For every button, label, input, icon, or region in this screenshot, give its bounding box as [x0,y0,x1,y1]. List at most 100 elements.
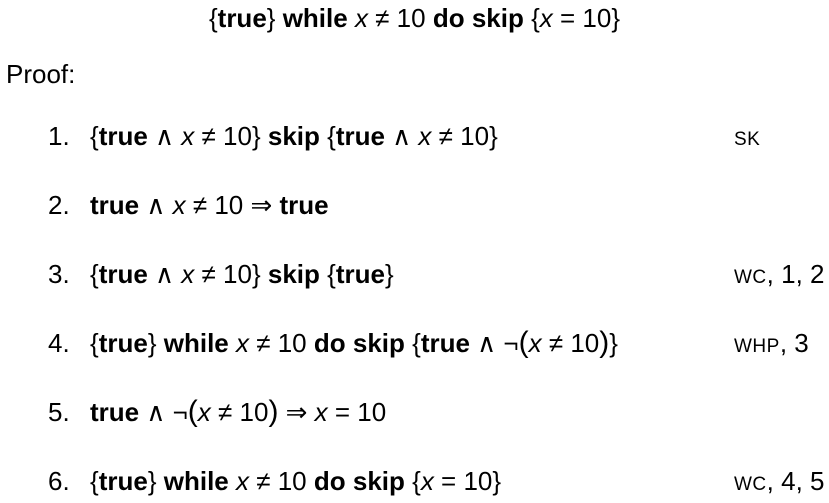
title-post-close: } [611,3,621,33]
step-formula: true ∧ ¬(x ≠ 10) ⇒ x = 10 [90,394,386,430]
justification-refs: , 4, 5 [766,466,825,496]
token-lbrace: { [90,466,99,496]
token-true: true [90,397,140,427]
token-and: ∧ [139,397,173,427]
token-x: x [314,397,328,427]
token-x: x [420,466,434,496]
token-true: true [90,190,140,220]
token-lbrace: { [412,328,421,358]
token-neq10: ≠ 10 [210,397,269,427]
step-number: 2. [48,190,70,220]
justification-rule: WC [734,474,767,495]
proof-step-6: 6. {true} while x ≠ 10 do skip {x = 10} … [0,463,829,499]
title-while-keyword: while [282,3,348,33]
theorem-statement: {true} while x ≠ 10 do skip {x = 10} [0,2,829,34]
token-true: true [420,328,470,358]
token-rbrace: } [251,121,261,151]
token-lbrace: { [327,121,336,151]
justification-refs: , 3 [779,328,809,358]
step-justification: SK [734,118,760,158]
token-neq10: ≠ 10 [194,121,252,151]
title-neq10: ≠ 10 [367,3,433,33]
token-rbrace: } [147,328,157,358]
token-not: ¬ [172,397,188,427]
title-true-keyword: true [217,3,267,33]
step-formula: {true} while x ≠ 10 do skip {x = 10} [90,463,501,499]
title-precondition-open: { [208,3,218,33]
token-x: x [235,328,249,358]
title-skip-keyword: skip [471,3,524,33]
token-while: while [163,328,229,358]
step-justification: WHP, 3 [734,325,809,365]
token-neq10: ≠ 10 [431,121,490,151]
token-and: ∧ [384,121,419,151]
token-rbrace: } [489,121,498,151]
token-eq10: = 10 [327,397,387,427]
token-rbrace: } [609,328,618,358]
token-neq10: ≠ 10 [248,328,307,358]
token-rbrace: } [251,259,261,289]
token-x: x [181,121,195,151]
step-formula: {true ∧ x ≠ 10} skip {true ∧ x ≠ 10} [90,118,498,154]
token-lbrace: { [327,259,336,289]
token-lparen: ( [518,326,529,359]
token-neq10: ≠ 10 [185,190,244,220]
step-formula: {true ∧ x ≠ 10} skip {true} [90,256,394,292]
token-and: ∧ [469,328,504,358]
token-x: x [235,466,249,496]
step-justification: WC, 4, 5 [734,463,824,503]
justification-rule: SK [734,129,761,150]
title-do-keyword: do [432,3,465,33]
token-while: while [163,466,229,496]
token-and: ∧ [147,259,182,289]
token-do: do [313,328,346,358]
token-rbrace: } [384,259,394,289]
token-neq10: ≠ 10 [248,466,307,496]
token-true: true [98,259,148,289]
step-formula: {true} while x ≠ 10 do skip {true ∧ ¬(x … [90,325,618,361]
step-number: 5. [48,397,70,427]
proof-page: {true} while x ≠ 10 do skip {x = 10} Pro… [0,0,829,499]
token-true: true [98,466,148,496]
token-skip: skip [352,466,405,496]
token-true: true [335,259,385,289]
token-x: x [528,328,542,358]
step-justification: WC, 1, 2 [734,256,824,296]
token-rparen: ) [268,395,279,428]
token-not: ¬ [503,328,519,358]
token-x: x [181,259,195,289]
token-skip: skip [267,259,320,289]
token-true: true [98,121,148,151]
token-lbrace: { [90,259,99,289]
token-implies: ⇒ [243,190,280,220]
token-x: x [172,190,186,220]
step-formula: true ∧ x ≠ 10 ⇒ true [90,187,329,223]
justification-rule: WC [734,267,767,288]
token-lbrace: { [412,466,421,496]
token-rparen: ) [599,326,610,359]
token-skip: skip [352,328,405,358]
token-true: true [98,328,148,358]
token-eq10: = 10 [433,466,493,496]
step-number: 1. [48,121,70,151]
title-precondition-close: } [266,3,276,33]
step-number: 4. [48,328,70,358]
token-lbrace: { [90,121,99,151]
token-neq10: ≠ 10 [541,328,600,358]
token-and: ∧ [147,121,182,151]
token-and: ∧ [139,190,173,220]
title-post-eq: = 10 [552,3,612,33]
token-true: true [335,121,385,151]
proof-step-1: 1. {true ∧ x ≠ 10} skip {true ∧ x ≠ 10} … [0,118,829,154]
justification-refs: , 1, 2 [766,259,825,289]
title-var-x: x [354,3,368,33]
token-rbrace: } [147,466,157,496]
title-post-var-x: x [539,3,553,33]
token-implies: ⇒ [278,397,315,427]
proof-step-5: 5. true ∧ ¬(x ≠ 10) ⇒ x = 10 [0,394,829,430]
token-neq10: ≠ 10 [194,259,252,289]
token-lbrace: { [90,328,99,358]
token-rbrace: } [492,466,502,496]
title-post-open: { [523,3,540,33]
proof-label: Proof: [6,59,76,89]
